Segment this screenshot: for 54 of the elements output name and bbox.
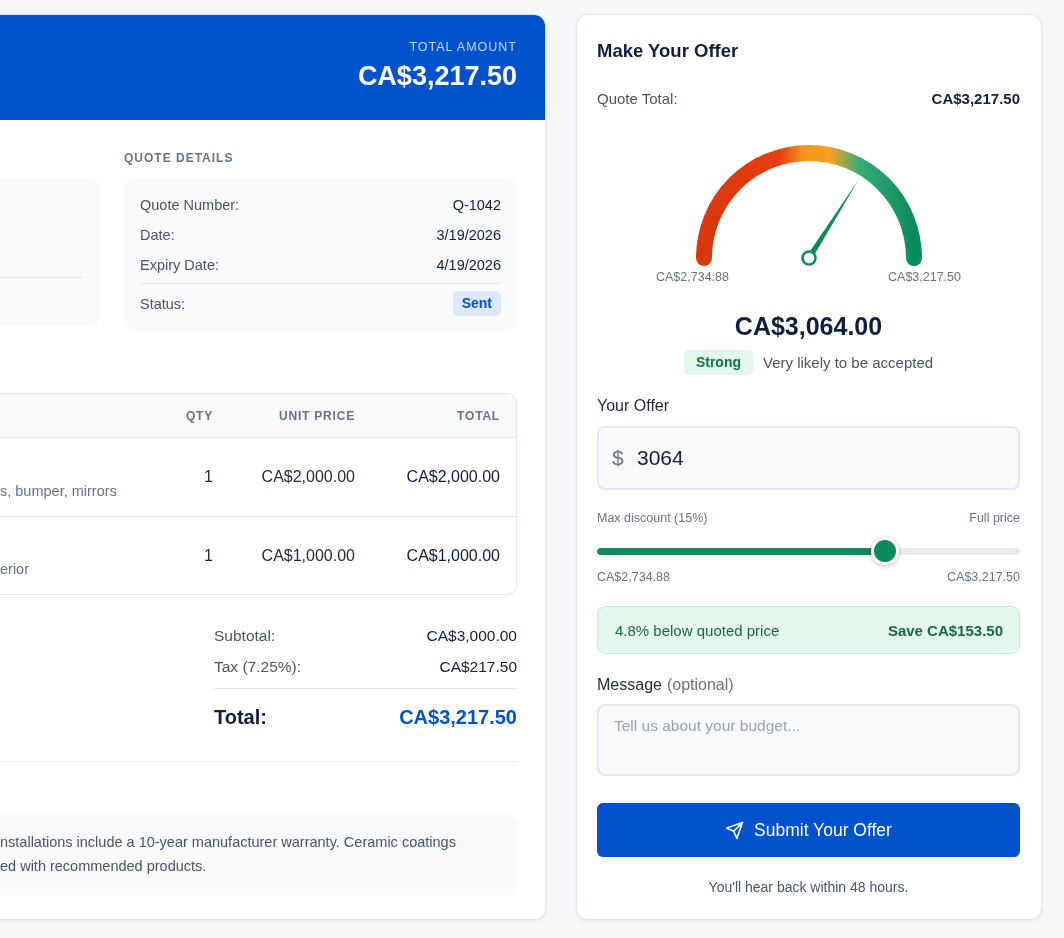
item-description: erior bbox=[0, 560, 29, 579]
detail-value: Q-1042 bbox=[452, 196, 501, 215]
field-label: Your Offer bbox=[597, 396, 670, 416]
slider-max-label: CA$3,217.50 bbox=[947, 569, 1020, 585]
total-amount-label: TOTAL AMOUNT bbox=[409, 39, 517, 55]
rating-badge: Strong bbox=[683, 350, 753, 375]
gauge-min-label: CA$2,734.88 bbox=[656, 269, 729, 285]
slider-min-label: CA$2,734.88 bbox=[597, 569, 670, 585]
notes-text: nstallations include a 10-year manufacturer warranty. Ceramic coatings bbox=[0, 833, 456, 852]
panel-title: Make Your Offer bbox=[597, 39, 739, 63]
notes-text: ed with recommended products. bbox=[0, 857, 207, 876]
optional-hint: (optional) bbox=[666, 675, 734, 695]
line-total-cell: CA$1,000.00 bbox=[406, 546, 500, 565]
submit-button[interactable]: Submit Your Offer bbox=[597, 803, 1020, 857]
gauge-max-label: CA$3,217.50 bbox=[888, 269, 961, 285]
line-total-cell: CA$2,000.00 bbox=[406, 468, 500, 486]
totals-value: CA$3,000.00 bbox=[426, 626, 517, 646]
detail-value: 4/19/2026 bbox=[436, 256, 501, 275]
status-label: Status: bbox=[140, 294, 186, 314]
message-field[interactable]: Tell us about your budget... bbox=[597, 704, 1020, 776]
total-amount: CA$3,217.50 bbox=[357, 60, 517, 92]
slider-caption: Max discount (15%) bbox=[597, 510, 708, 526]
detail-label: Date: bbox=[140, 226, 175, 245]
slider-track[interactable] bbox=[597, 547, 1020, 555]
totals-label: Subtotal: bbox=[214, 626, 276, 646]
field-label: Message bbox=[597, 675, 662, 695]
detail-label: Quote Number: bbox=[140, 196, 240, 215]
item-description: s, bumper, mirrors bbox=[0, 482, 117, 501]
rating-text: Very likely to be accepted bbox=[763, 354, 934, 371]
section-heading: QUOTE DETAILS bbox=[124, 150, 234, 166]
slider-caption: Full price bbox=[969, 510, 1020, 526]
quote-total-value: CA$3,217.50 bbox=[931, 89, 1020, 109]
column-header: TOTAL bbox=[457, 408, 500, 423]
detail-value: 3/19/2026 bbox=[436, 226, 501, 245]
savings-amount: Save CA$153.50 bbox=[887, 621, 1003, 639]
offer-amount: CA$3,064.00 bbox=[734, 311, 883, 341]
grand-total-label: Total: bbox=[214, 705, 267, 730]
column-header: UNIT PRICE bbox=[279, 408, 355, 423]
grand-total-value: CA$3,217.50 bbox=[399, 705, 517, 730]
quantity-cell: 1 bbox=[204, 546, 213, 565]
quantity-cell: 1 bbox=[204, 468, 213, 486]
unit-price-cell: CA$2,000.00 bbox=[261, 468, 355, 486]
totals-value: CA$217.50 bbox=[439, 657, 517, 677]
savings-text: 4.8% below quoted price bbox=[615, 621, 780, 639]
status-badge: Sent bbox=[452, 291, 501, 316]
quote-total-label: Quote Total: bbox=[597, 89, 678, 109]
send-icon bbox=[725, 820, 745, 840]
column-header: QTY bbox=[185, 408, 213, 423]
slider-thumb[interactable] bbox=[870, 537, 899, 565]
currency-symbol: $ bbox=[612, 446, 624, 470]
totals-label: Tax (7.25%): bbox=[214, 657, 301, 677]
response-note: You'll hear back within 48 hours. bbox=[708, 878, 909, 897]
unit-price-cell: CA$1,000.00 bbox=[261, 546, 355, 565]
detail-label: Expiry Date: bbox=[140, 256, 219, 275]
